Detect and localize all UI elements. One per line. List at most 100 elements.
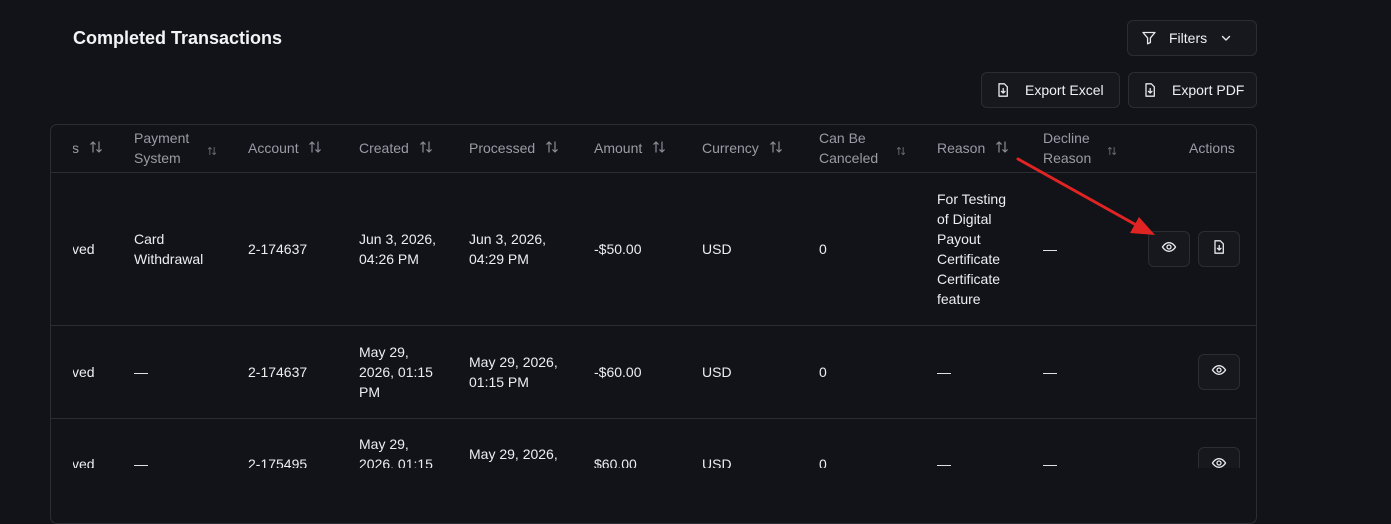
cell-decline-reason: — (1043, 364, 1057, 380)
chevron-down-icon (1219, 31, 1233, 45)
sort-arrows-icon (89, 139, 103, 159)
cell-line: Certificate (937, 271, 1001, 287)
cell-line: May 29, (359, 436, 409, 452)
cell-line: 2026, 01:15 (359, 364, 433, 380)
sort-arrows-icon (769, 139, 783, 159)
column-header-label: Decline (1043, 130, 1090, 146)
sort-arrows-icon (1107, 143, 1117, 161)
cell-amount: -$50.00 (594, 241, 642, 257)
cell-line: Certificate (937, 251, 1001, 267)
file-download-icon (1142, 82, 1158, 98)
column-header-label: Payment (134, 130, 190, 146)
cell-line: For Testing (937, 191, 1006, 207)
cell-processed: Jun 3, 2026, 04:29 PM (469, 229, 546, 269)
export-excel-button[interactable]: Export Excel (981, 72, 1120, 108)
column-header-can-be-canceled[interactable]: Can Be Canceled (819, 128, 878, 168)
cell-reason: For Testing of Digital Payout Certificat… (937, 189, 1006, 309)
export-pdf-label: Export PDF (1172, 82, 1245, 98)
cell-reason: — (937, 456, 951, 468)
cell-line: Jun 3, 2026, (359, 231, 437, 247)
cell-can-be-canceled: 0 (819, 456, 827, 468)
cell-processed: May 29, 2026, (469, 444, 558, 464)
cell-created: May 29, 2026, 01:15 (359, 434, 433, 468)
cell-account: 2-174637 (248, 241, 308, 257)
cell-payment-system: — (134, 364, 148, 380)
filters-label: Filters (1169, 30, 1208, 46)
cell-status: ved (73, 241, 95, 257)
cell-currency: USD (702, 456, 732, 468)
cell-created: May 29, 2026, 01:15 PM (359, 342, 433, 402)
column-header-currency[interactable]: Currency (702, 138, 783, 159)
column-header-created[interactable]: Created (359, 138, 433, 159)
column-header-label: Amount (594, 140, 643, 156)
filters-button[interactable]: Filters (1127, 20, 1257, 56)
cell-line: 2026, 01:15 (359, 456, 433, 468)
cell-status: ved (73, 456, 95, 468)
cell-line: May 29, 2026, (469, 354, 558, 370)
export-pdf-button[interactable]: Export PDF (1128, 72, 1257, 108)
column-header-amount[interactable]: Amount (594, 138, 666, 159)
view-button[interactable] (1198, 354, 1240, 390)
view-button[interactable] (1198, 447, 1240, 468)
column-header-actions: Actions (1189, 140, 1235, 156)
column-header-label: Canceled (819, 150, 879, 166)
cell-account: 2-174637 (248, 364, 308, 380)
cell-line: PM (359, 384, 380, 400)
cell-processed: May 29, 2026, 01:15 PM (469, 352, 558, 392)
cell-can-be-canceled: 0 (819, 241, 827, 257)
column-header-label: s (73, 140, 79, 156)
page-title: Completed Transactions (73, 28, 283, 48)
column-header-label: Reason (1043, 150, 1092, 166)
cell-decline-reason: — (1043, 456, 1057, 468)
cell-created: Jun 3, 2026, 04:26 PM (359, 229, 436, 269)
cell-currency: USD (702, 364, 732, 380)
eye-icon (1211, 455, 1227, 469)
cell-line: of Digital (937, 211, 992, 227)
column-header-label: Currency (702, 140, 759, 156)
column-header-status[interactable]: s (73, 138, 103, 159)
eye-icon (1161, 239, 1177, 260)
view-button[interactable] (1148, 231, 1190, 267)
column-header-label: Created (359, 140, 409, 156)
sort-arrows-icon (896, 143, 906, 161)
cell-line: 04:26 PM (359, 251, 419, 267)
cell-line: May 29, 2026, (469, 446, 558, 462)
column-header-reason[interactable]: Reason (937, 138, 1009, 159)
cell-decline-reason: — (1043, 241, 1057, 257)
column-header-label: Processed (469, 140, 536, 156)
cell-line: Card (134, 231, 165, 247)
sort-arrows-icon (308, 139, 322, 159)
cell-line: feature (937, 291, 981, 307)
sort-arrows-icon (207, 143, 217, 161)
cell-amount: -$60.00 (594, 364, 642, 380)
column-header-label: Account (248, 140, 299, 156)
cell-status: ved (73, 364, 95, 380)
cell-line: Jun 3, 2026, (469, 231, 547, 247)
cell-line: Payout (937, 231, 981, 247)
download-receipt-button[interactable] (1198, 231, 1240, 267)
cell-line: 04:29 PM (469, 251, 529, 267)
export-excel-label: Export Excel (1025, 82, 1104, 98)
cell-line: Withdrawal (134, 251, 204, 267)
column-header-processed[interactable]: Processed (469, 138, 559, 159)
cell-line: May 29, (359, 344, 409, 360)
column-header-label: Can Be (819, 130, 866, 146)
column-header-label: System (134, 150, 181, 166)
cell-amount: $60.00 (594, 456, 637, 468)
sort-arrows-icon (995, 139, 1009, 159)
sort-arrows-icon (419, 139, 433, 159)
column-header-payment-system[interactable]: Payment System (134, 128, 189, 168)
sort-arrows-icon (652, 139, 666, 159)
file-download-icon (995, 82, 1011, 98)
column-header-decline-reason[interactable]: Decline Reason (1043, 128, 1091, 168)
cell-payment-system: Card Withdrawal (134, 229, 203, 269)
table-scroll-area[interactable]: s Payment System Account Created Process… (73, 124, 1257, 468)
cell-can-be-canceled: 0 (819, 364, 827, 380)
sort-arrows-icon (545, 139, 559, 159)
cell-account: 2-175495 (248, 456, 308, 468)
cell-payment-system: — (134, 456, 148, 468)
cell-line: 01:15 PM (469, 374, 529, 390)
cell-currency: USD (702, 241, 732, 257)
column-header-account[interactable]: Account (248, 138, 322, 159)
eye-icon (1211, 362, 1227, 383)
